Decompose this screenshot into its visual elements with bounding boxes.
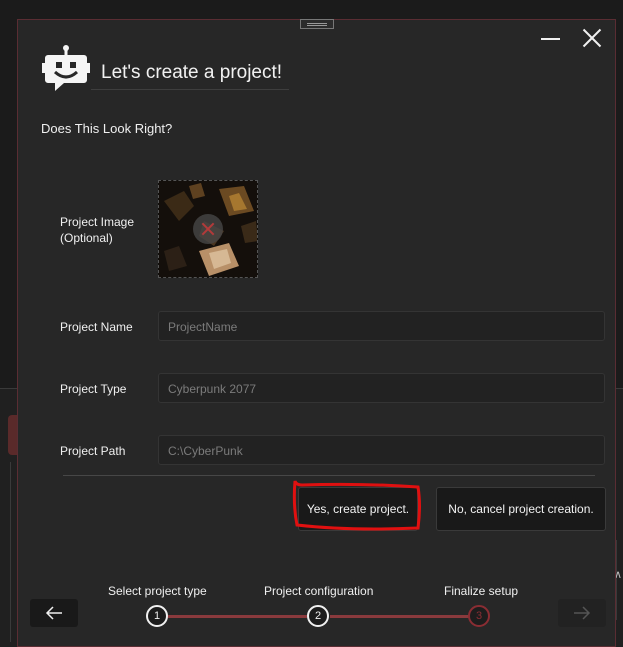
project-image-label-line1: Project Image: [60, 215, 135, 229]
step-2-indicator: 2: [307, 605, 329, 627]
project-image-label: Project Image (Optional): [60, 214, 134, 246]
step-2-label: Project configuration: [264, 584, 374, 598]
step-connector-2: [330, 615, 469, 618]
arrow-right-icon: [574, 606, 591, 620]
confirm-create-button[interactable]: Yes, create project.: [298, 487, 418, 531]
background-left-tab: [8, 415, 17, 455]
arrow-left-icon: [45, 606, 62, 620]
step-1-indicator: 1: [146, 605, 168, 627]
close-icon[interactable]: [193, 214, 223, 244]
dialog-subtitle: Does This Look Right?: [41, 121, 173, 136]
step-connector-1: [168, 615, 307, 618]
cancel-create-button[interactable]: No, cancel project creation.: [436, 487, 606, 531]
project-path-label: Project Path: [60, 444, 126, 458]
dialog-title: Let's create a project!: [101, 62, 283, 83]
dialog-drag-handle[interactable]: [300, 19, 334, 29]
form-separator: [63, 475, 595, 476]
next-button[interactable]: [558, 599, 606, 627]
title-underline: [91, 89, 289, 90]
project-image-label-line2: (Optional): [60, 231, 113, 245]
project-type-field[interactable]: Cyberpunk 2077: [158, 373, 605, 403]
close-button[interactable]: [582, 28, 602, 48]
back-button[interactable]: [30, 599, 78, 627]
background-left-panel-edge: [10, 462, 17, 642]
project-path-field[interactable]: C:\CyberPunk: [158, 435, 605, 465]
project-name-field[interactable]: ProjectName: [158, 311, 605, 341]
project-type-label: Project Type: [60, 382, 127, 396]
step-1-label: Select project type: [108, 584, 207, 598]
project-name-label: Project Name: [60, 320, 133, 334]
step-3-indicator: 3: [468, 605, 490, 627]
step-3-label: Finalize setup: [444, 584, 519, 598]
minimize-button[interactable]: [541, 37, 561, 41]
robot-chat-icon: [42, 45, 90, 91]
